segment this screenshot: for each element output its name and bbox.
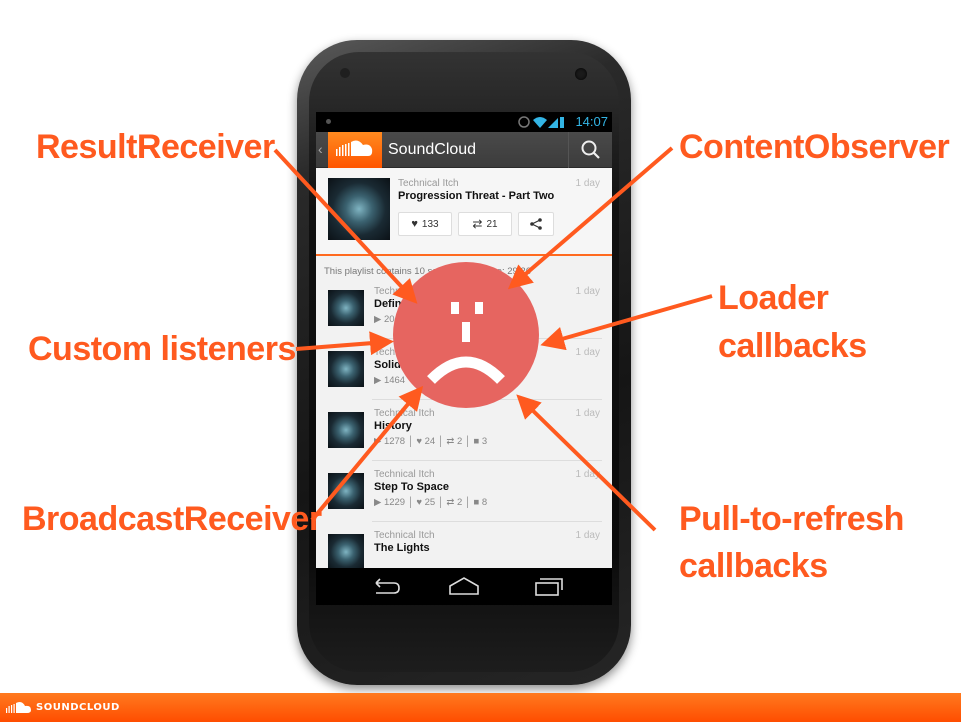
track-age: 1 day (575, 469, 600, 480)
search-button[interactable] (568, 132, 612, 168)
soundcloud-footer-logo (6, 702, 31, 713)
track-age: 1 day (575, 530, 600, 541)
repost-count: 2 (457, 436, 463, 447)
track-row[interactable]: Technical Itch The Lights 1 day (316, 522, 612, 568)
heart-icon: ♥ (411, 218, 418, 230)
home-icon[interactable] (444, 574, 484, 598)
heart-icon: ♥ (416, 436, 422, 447)
battery-icon (560, 117, 564, 128)
proximity-sensor (340, 68, 350, 78)
track-thumb (328, 351, 364, 387)
brand-footer: SOUNDCLOUD (0, 693, 961, 722)
repost-count: 21 (486, 218, 498, 230)
track-title: History (374, 420, 412, 432)
heart-icon: ♥ (416, 497, 422, 508)
status-icons (518, 116, 564, 128)
track-title: Step To Space (374, 481, 449, 493)
search-icon (581, 140, 600, 159)
header-age: 1 day (575, 178, 600, 189)
like-count: 25 (424, 497, 436, 508)
like-button[interactable]: ♥ 133 (398, 212, 452, 236)
up-caret-icon[interactable]: ‹ (318, 141, 323, 157)
label-content-observer: ContentObserver (679, 128, 950, 166)
label-pull-line2: callbacks (679, 547, 828, 585)
sync-icon (518, 116, 530, 128)
back-icon[interactable] (366, 574, 406, 598)
play-count: 1229 (383, 497, 406, 508)
repost-icon: ⇄ (446, 497, 455, 508)
track-artist: Technical Itch (374, 469, 435, 480)
play-count: 1278 (383, 436, 406, 447)
status-time: 14:07 (575, 114, 608, 129)
nav-bar (316, 568, 612, 605)
track-artist: Technical Itch (374, 408, 435, 419)
repost-icon: ⇄ (446, 436, 455, 447)
front-camera (575, 68, 587, 80)
playlist-header[interactable]: Technical Itch Progression Threat - Part… (316, 168, 612, 256)
track-age: 1 day (575, 286, 600, 297)
label-loader-line2: callbacks (718, 327, 867, 365)
track-age: 1 day (575, 347, 600, 358)
share-icon (530, 218, 542, 230)
wifi-icon (533, 117, 547, 128)
signal-icon (548, 118, 558, 128)
comment-count: 8 (481, 497, 488, 508)
album-art (328, 178, 390, 240)
like-count: 24 (424, 436, 436, 447)
track-thumb (328, 473, 364, 509)
label-broadcast-receiver: BroadcastReceiver (22, 500, 322, 538)
track-stats: ▶ 1278 │ ♥ 24 │ ⇄ 2 │ ■ 3 (374, 436, 488, 447)
track-title: The Lights (374, 542, 430, 554)
track-age: 1 day (575, 408, 600, 419)
repost-icon: ⇄ (472, 217, 483, 231)
label-result-receiver: ResultReceiver (36, 128, 275, 166)
track-stats: ▶ 20 (374, 314, 395, 325)
label-pull-line1: Pull-to-refresh (679, 500, 904, 538)
like-count: 133 (421, 218, 439, 230)
action-bar: ‹ SoundCloud (316, 132, 612, 168)
comment-icon: ■ (473, 436, 480, 447)
status-bar: 14:07 (316, 112, 612, 132)
track-thumb (328, 534, 364, 568)
track-row[interactable]: Technical Itch History ▶ 1278 │ ♥ 24 │ ⇄… (316, 400, 612, 461)
header-title: Progression Threat - Part Two (398, 190, 555, 202)
track-thumb (328, 290, 364, 326)
share-button[interactable] (518, 212, 554, 236)
label-loader-line1: Loader (718, 279, 829, 317)
brand-name: SOUNDCLOUD (36, 702, 120, 713)
sad-face (393, 262, 539, 408)
comment-count: 3 (481, 436, 488, 447)
comment-icon: ■ (473, 497, 480, 508)
header-artist: Technical Itch (398, 178, 459, 189)
repost-count: 2 (457, 497, 463, 508)
label-custom-listeners: Custom listeners (28, 330, 296, 368)
track-stats: ▶ 1229 │ ♥ 25 │ ⇄ 2 │ ■ 8 (374, 497, 488, 508)
app-title: SoundCloud (388, 141, 477, 158)
notification-dot (326, 119, 331, 124)
track-artist: Technical Itch (374, 530, 435, 541)
repost-button[interactable]: ⇄ 21 (458, 212, 512, 236)
recents-icon[interactable] (528, 574, 568, 598)
track-row[interactable]: Technical Itch Step To Space ▶ 1229 │ ♥ … (316, 461, 612, 522)
track-thumb (328, 412, 364, 448)
soundcloud-logo[interactable] (328, 132, 382, 168)
